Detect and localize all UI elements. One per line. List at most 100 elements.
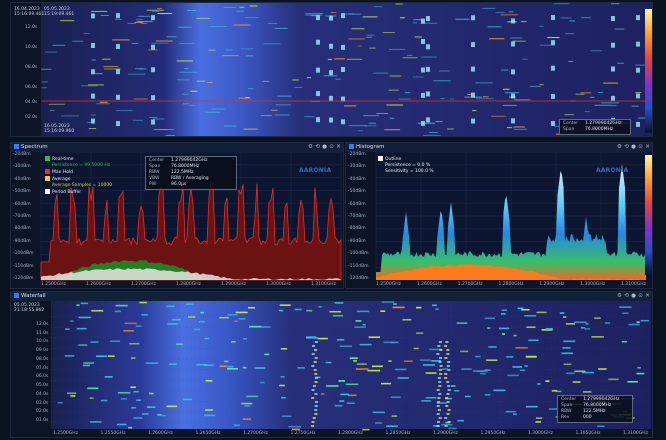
x-tick-label: 1.2700GHz xyxy=(457,282,483,287)
legend-item[interactable]: Average xyxy=(45,176,112,183)
signal-streak xyxy=(598,368,607,370)
signal-streak xyxy=(184,68,189,70)
signal-burst xyxy=(314,405,318,407)
pin-icon[interactable]: ⊙ xyxy=(329,143,334,152)
signal-burst xyxy=(91,93,95,99)
signal-streak xyxy=(421,400,431,402)
close-icon[interactable]: ✕ xyxy=(336,143,341,152)
signal-streak xyxy=(566,372,575,375)
x-tick-label: 1.2800GHz xyxy=(338,431,363,436)
signal-streak xyxy=(392,306,405,309)
signal-burst xyxy=(437,377,441,379)
signal-burst xyxy=(636,121,640,127)
signal-streak xyxy=(574,370,586,373)
signal-streak xyxy=(179,71,198,73)
signal-burst xyxy=(436,353,440,355)
signal-burst xyxy=(438,381,442,383)
signal-streak xyxy=(275,114,290,116)
signal-burst xyxy=(438,369,442,371)
close-icon[interactable]: ✕ xyxy=(645,143,650,152)
signal-streak xyxy=(572,381,581,383)
signal-streak xyxy=(227,365,234,368)
signal-burst xyxy=(636,41,640,47)
signal-streak xyxy=(465,395,471,398)
record-icon[interactable]: ● xyxy=(631,292,636,301)
y-tick-label: -50dBm xyxy=(13,189,31,195)
signal-streak xyxy=(388,360,392,362)
y-label: 12.0s xyxy=(25,25,38,30)
signal-streak xyxy=(274,27,288,29)
signal-streak xyxy=(236,10,244,12)
signal-streak xyxy=(139,301,147,304)
signal-burst xyxy=(551,93,555,99)
signal-burst xyxy=(444,417,448,419)
signal-streak xyxy=(279,304,291,307)
histogram-legend[interactable]: Outline Persistence = 0.0 % Sensitivity … xyxy=(378,156,434,175)
signal-streak xyxy=(637,366,641,369)
gear-icon[interactable]: ⚙ xyxy=(617,143,622,152)
signal-burst xyxy=(426,44,430,50)
signal-streak xyxy=(282,415,292,418)
aaronia-logo: AARONIA xyxy=(596,167,629,174)
signal-streak xyxy=(371,365,383,368)
signal-streak xyxy=(88,84,104,86)
reset-icon[interactable]: ⟲ xyxy=(624,143,629,152)
signal-streak xyxy=(334,404,343,407)
legend-item[interactable]: Max Hold xyxy=(45,169,112,176)
reset-icon[interactable]: ⟲ xyxy=(315,143,320,152)
y-tick-label: -20dBm xyxy=(348,152,366,157)
signal-burst xyxy=(312,417,316,419)
legend-item[interactable]: Period Buffer xyxy=(45,189,112,196)
signal-burst xyxy=(116,121,120,127)
signal-streak xyxy=(472,370,485,372)
signal-streak xyxy=(327,58,332,60)
top-waterfall-canvas[interactable] xyxy=(11,3,653,137)
signal-streak xyxy=(161,414,166,417)
signal-streak xyxy=(501,313,506,315)
signal-burst xyxy=(444,425,448,427)
pin-icon[interactable]: ⊙ xyxy=(638,292,643,301)
signal-streak xyxy=(132,119,143,121)
signal-streak xyxy=(489,38,505,40)
signal-burst xyxy=(439,373,443,375)
panel-tag-icon xyxy=(14,144,19,149)
x-tick-label: 1.2550GHz xyxy=(100,431,126,436)
signal-burst xyxy=(636,67,640,73)
signal-burst xyxy=(314,409,318,411)
histogram-panel[interactable]: Histogram ⚙ ⟲ ● ⊙ ✕ -20dBm -30dBm -40dBm -5… xyxy=(345,142,653,289)
reset-icon[interactable]: ⟲ xyxy=(624,292,629,301)
pin-icon[interactable]: ⊙ xyxy=(638,143,643,152)
legend-item[interactable]: Sensitivity = 100.0 % xyxy=(378,169,434,175)
x-tick-label: 1.2800GHz xyxy=(498,282,524,287)
spectrum-panel[interactable]: Spectrum ⚙ ⟲ ● ⊙ ✕ -20dBm -30dBm -40dBm -50… xyxy=(10,142,344,289)
gear-icon[interactable]: ⚙ xyxy=(617,292,622,301)
signal-burst xyxy=(611,42,615,48)
x-tick-label: 1.3100GHz xyxy=(623,431,648,436)
gear-icon[interactable]: ⚙ xyxy=(308,143,313,152)
signal-streak xyxy=(487,26,502,28)
signal-burst xyxy=(314,377,318,379)
signal-burst xyxy=(151,119,155,125)
legend-item[interactable]: Outline xyxy=(378,156,434,163)
y-tick-label: 05.0s xyxy=(36,383,49,389)
record-icon[interactable]: ● xyxy=(322,143,327,152)
close-icon[interactable]: ✕ xyxy=(645,292,650,301)
signal-streak xyxy=(487,327,491,329)
signal-streak xyxy=(127,73,146,75)
waterfall-panel[interactable]: Waterfall ⚙ ⟲ ● ⊙ ✕ 05.05.2023 21:18:55.8… xyxy=(10,291,653,438)
spectrum-legend[interactable]: Real-time Persistence = 99.5000 Hz Max H… xyxy=(45,156,112,196)
signal-burst xyxy=(316,91,320,97)
signal-burst xyxy=(421,120,425,126)
signal-streak xyxy=(41,87,47,89)
signal-streak xyxy=(417,122,436,124)
signal-burst xyxy=(329,43,333,49)
top-waterfall-panel[interactable]: 16.04.2023 15:16:09.461 05.05.2023 15:19:0… xyxy=(10,2,653,137)
signal-streak xyxy=(373,72,389,74)
legend-item[interactable]: Real-time xyxy=(45,156,112,163)
signal-streak xyxy=(70,320,74,322)
record-icon[interactable]: ● xyxy=(631,143,636,152)
signal-burst xyxy=(447,385,451,387)
signal-streak xyxy=(423,134,441,136)
signal-burst xyxy=(636,93,640,99)
signal-streak xyxy=(226,367,239,370)
